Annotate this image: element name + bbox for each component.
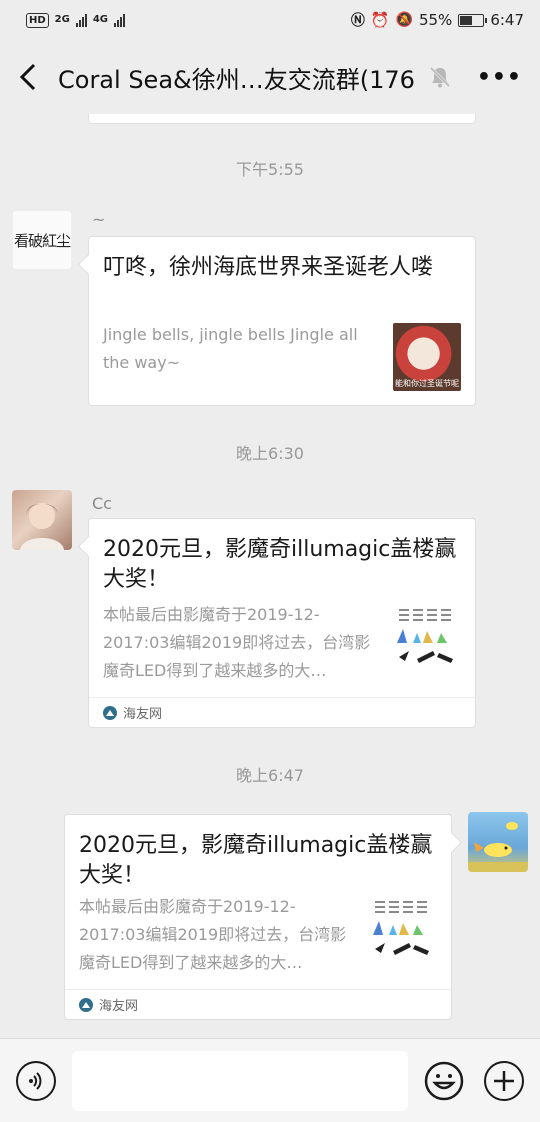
card-title: 2020元旦，影魔奇illumagic盖楼赢大奖！ — [79, 833, 433, 888]
led-chart-icon — [373, 901, 429, 955]
previous-message-card[interactable] — [88, 114, 476, 124]
thumbnail-caption: 能和你过圣诞节呢 — [395, 379, 459, 388]
card-thumbnail — [369, 895, 437, 963]
bell-off-icon: 🔕 — [395, 12, 413, 28]
card-source: 海友网 — [89, 697, 475, 727]
clock: 6:47 — [490, 11, 524, 29]
sender-name: ~ — [92, 210, 106, 229]
voice-icon — [29, 1072, 42, 1090]
sender-name: Cc — [92, 494, 112, 513]
network-4g-label: 4G — [92, 14, 109, 25]
chat-message-list[interactable]: 下午5:55 看破紅尘 ~ 叮咚，徐州海底世界来圣诞老人喽 Jingle bel… — [0, 114, 540, 1038]
plus-button[interactable] — [484, 1061, 524, 1101]
input-bar — [0, 1038, 540, 1122]
card-description: Jingle bells, jingle bells Jingle all th… — [103, 325, 358, 372]
emoji-icon — [424, 1061, 464, 1101]
emoji-button[interactable] — [424, 1061, 464, 1101]
link-card[interactable]: 2020元旦，影魔奇illumagic盖楼赢大奖！ 本帖最后由影魔奇于2019-… — [88, 518, 476, 728]
link-card[interactable]: 2020元旦，影魔奇illumagic盖楼赢大奖！ 本帖最后由影魔奇于2019-… — [64, 814, 452, 1020]
card-thumbnail — [393, 603, 461, 671]
plus-icon — [494, 1071, 514, 1091]
hd-badge: HD — [26, 12, 49, 28]
card-description: 本帖最后由影魔奇于2019-12-2017:03编辑2019即将过去，台湾影魔奇… — [103, 605, 371, 680]
message-input[interactable] — [72, 1051, 408, 1111]
card-title: 2020元旦，影魔奇illumagic盖楼赢大奖！ — [103, 537, 457, 592]
haiyou-logo-icon — [79, 997, 93, 1012]
source-label: 海友网 — [99, 999, 139, 1014]
avatar[interactable]: 看破紅尘 — [12, 210, 72, 270]
signal-icon — [75, 13, 87, 27]
person-photo-icon — [20, 503, 64, 550]
chat-title: Coral Sea&徐州…友交流群(176) — [58, 65, 415, 94]
source-label: 海友网 — [123, 707, 163, 722]
avatar[interactable] — [468, 812, 528, 872]
voice-button[interactable] — [16, 1061, 56, 1101]
avatar[interactable] — [12, 490, 72, 550]
signal-icon — [114, 13, 126, 27]
alarm-icon: ⏰ — [370, 11, 390, 29]
timestamp: 下午5:55 — [236, 160, 304, 179]
card-title: 叮咚，徐州海底世界来圣诞老人喽 — [103, 255, 434, 280]
card-thumbnail: 能和你过圣诞节呢 — [393, 323, 461, 391]
network-2g-label: 2G — [54, 14, 70, 25]
status-bar: HD 2G 4G Ⓝ ⏰ 🔕 55% 6:47 — [0, 0, 540, 40]
card-description: 本帖最后由影魔奇于2019-12-2017:03编辑2019即将过去，台湾影魔奇… — [79, 897, 347, 972]
battery-fill — [460, 15, 473, 25]
led-chart-icon — [397, 609, 453, 663]
avatar-text: 看破紅尘 — [13, 231, 71, 250]
timestamp: 晚上6:30 — [236, 444, 304, 463]
nfc-icon: Ⓝ — [350, 13, 365, 29]
card-source: 海友网 — [65, 989, 451, 1019]
bird-cartoon-icon — [468, 822, 528, 872]
chevron-left-icon — [19, 63, 36, 91]
battery-icon — [458, 13, 488, 27]
battery-percent: 55% — [418, 11, 453, 29]
timestamp: 晚上6:47 — [236, 766, 304, 785]
back-button[interactable] — [14, 62, 44, 92]
bell-off-icon — [429, 66, 450, 88]
haiyou-logo-icon — [103, 705, 117, 720]
more-button[interactable]: ••• — [477, 65, 522, 90]
link-card[interactable]: 叮咚，徐州海底世界来圣诞老人喽 Jingle bells, jingle bel… — [88, 236, 476, 406]
chat-header: Coral Sea&徐州…友交流群(176) ••• — [0, 40, 540, 114]
